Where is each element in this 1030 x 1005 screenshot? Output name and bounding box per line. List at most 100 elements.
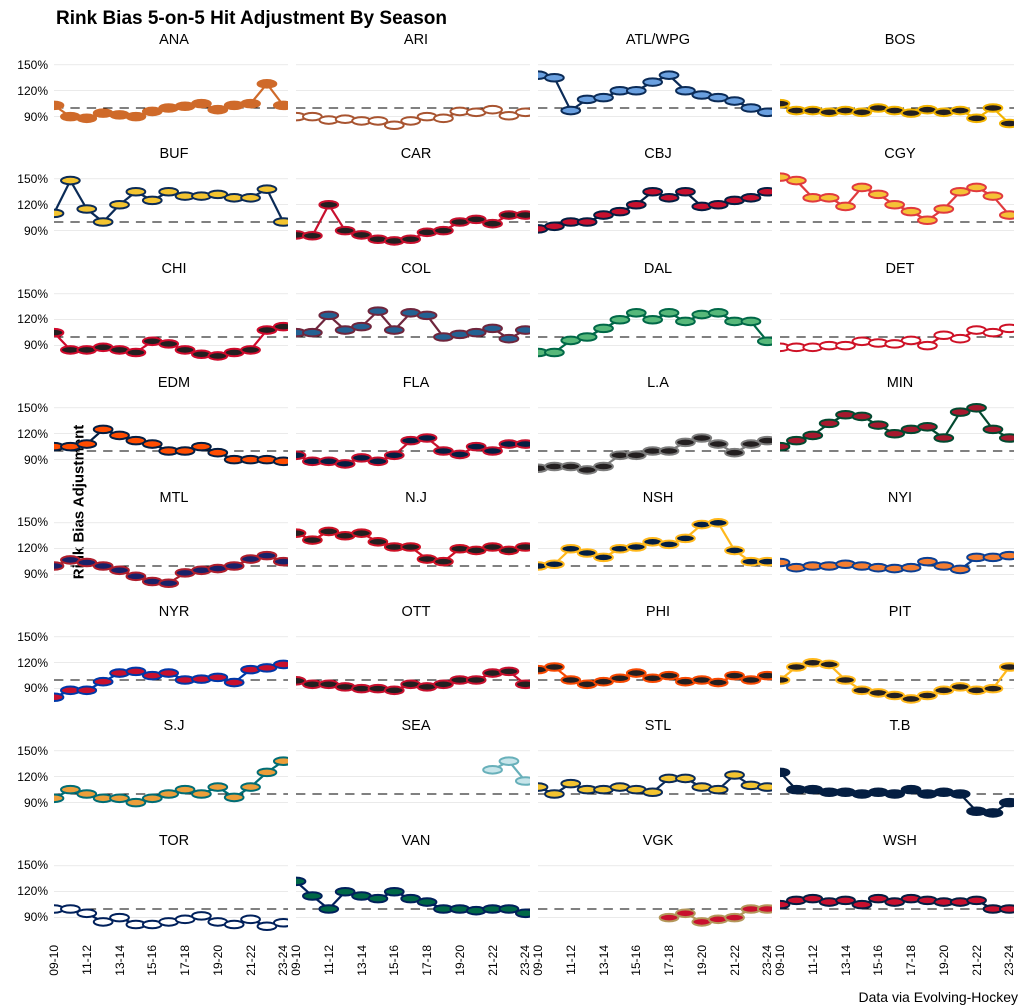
facet-title: WSH bbox=[780, 833, 1020, 849]
plot-area bbox=[780, 50, 1014, 144]
plot-area bbox=[54, 622, 288, 716]
ytick-label: 90% bbox=[24, 681, 48, 695]
facet-WSH: WSH bbox=[780, 833, 1020, 945]
xtick-label: 19-20 bbox=[453, 945, 467, 976]
ytick-label: 150% bbox=[17, 858, 48, 872]
y-axis-ticks: 90%120%150% bbox=[10, 279, 50, 373]
facet-BOS: BOS bbox=[780, 32, 1020, 144]
y-axis-ticks: 90%120%150% bbox=[10, 50, 50, 144]
facet-LA: L.A bbox=[538, 375, 778, 487]
facet-PHI: PHI bbox=[538, 604, 778, 716]
ytick-label: 120% bbox=[17, 884, 48, 898]
ytick-label: 90% bbox=[24, 110, 48, 124]
ytick-label: 150% bbox=[17, 401, 48, 415]
page-title: Rink Bias 5-on-5 Hit Adjustment By Seaso… bbox=[10, 8, 1020, 30]
facet-title: FLA bbox=[296, 375, 536, 391]
plot-area bbox=[538, 622, 772, 716]
ytick-label: 150% bbox=[17, 287, 48, 301]
plot-area bbox=[780, 279, 1014, 373]
xtick-label: 11-12 bbox=[322, 945, 336, 975]
xtick-label: 09-10 bbox=[773, 945, 787, 976]
facet-NYI: NYI bbox=[780, 490, 1020, 602]
plot-area bbox=[54, 279, 288, 373]
xtick-label: 09-10 bbox=[289, 945, 303, 976]
plot-area bbox=[296, 622, 530, 716]
plot-area bbox=[780, 736, 1014, 830]
plot-area bbox=[538, 164, 772, 258]
xtick-label: 17-18 bbox=[904, 945, 918, 976]
xtick-label: 11-12 bbox=[80, 945, 94, 975]
facet-STL: STL bbox=[538, 718, 778, 830]
facet-CAR: CAR bbox=[296, 146, 536, 258]
facet-title: CBJ bbox=[538, 146, 778, 162]
ytick-label: 150% bbox=[17, 515, 48, 529]
facet-TOR: TOR 90%120%150% bbox=[54, 833, 294, 945]
facet-title: MTL bbox=[54, 490, 294, 506]
xtick-label: 15-16 bbox=[629, 945, 643, 976]
ytick-label: 120% bbox=[17, 541, 48, 555]
facet-MTL: MTL 90%120%150% bbox=[54, 490, 294, 602]
xtick-label: 19-20 bbox=[211, 945, 225, 976]
plot-area bbox=[538, 851, 772, 945]
plot-area bbox=[296, 50, 530, 144]
plot-area bbox=[54, 508, 288, 602]
plot-area bbox=[296, 279, 530, 373]
facet-title: MIN bbox=[780, 375, 1020, 391]
xtick-label: 15-16 bbox=[387, 945, 401, 976]
ytick-label: 90% bbox=[24, 796, 48, 810]
facet-NJ: N.J bbox=[296, 490, 536, 602]
ytick-label: 150% bbox=[17, 744, 48, 758]
facet-title: NYI bbox=[780, 490, 1020, 506]
xtick-label: 13-14 bbox=[113, 945, 127, 976]
ytick-label: 120% bbox=[17, 770, 48, 784]
y-axis-ticks: 90%120%150% bbox=[10, 851, 50, 945]
ytick-label: 90% bbox=[24, 338, 48, 352]
facet-title: PIT bbox=[780, 604, 1020, 620]
facet-SEA: SEA bbox=[296, 718, 536, 830]
x-axis-ticks: 09-1011-1213-1415-1617-1819-2021-2223-24 bbox=[54, 945, 294, 997]
facet-title: BUF bbox=[54, 146, 294, 162]
plot-area bbox=[54, 736, 288, 830]
facet-BUF: BUF 90%120%150% bbox=[54, 146, 294, 258]
xtick-label: 21-22 bbox=[728, 945, 742, 976]
facet-DET: DET bbox=[780, 261, 1020, 373]
xtick-label: 15-16 bbox=[871, 945, 885, 976]
xtick-label: 19-20 bbox=[937, 945, 951, 976]
xtick-label: 17-18 bbox=[420, 945, 434, 976]
facet-CBJ: CBJ bbox=[538, 146, 778, 258]
facet-title: T.B bbox=[780, 718, 1020, 734]
plot-area bbox=[780, 622, 1014, 716]
facet-ANA: ANA 90%120%150% bbox=[54, 32, 294, 144]
y-axis-ticks: 90%120%150% bbox=[10, 508, 50, 602]
facet-COL: COL bbox=[296, 261, 536, 373]
xtick-label: 09-10 bbox=[47, 945, 61, 976]
facet-title: N.J bbox=[296, 490, 536, 506]
facet-MIN: MIN bbox=[780, 375, 1020, 487]
xtick-label: 13-14 bbox=[355, 945, 369, 976]
facet-title: OTT bbox=[296, 604, 536, 620]
ytick-label: 150% bbox=[17, 172, 48, 186]
plot-area bbox=[780, 393, 1014, 487]
facet-title: STL bbox=[538, 718, 778, 734]
facet-title: NSH bbox=[538, 490, 778, 506]
xtick-label: 11-12 bbox=[806, 945, 820, 975]
plot-area bbox=[296, 736, 530, 830]
plot-area bbox=[538, 736, 772, 830]
facet-EDM: EDM 90%120%150% bbox=[54, 375, 294, 487]
facet-VGK: VGK bbox=[538, 833, 778, 945]
facet-OTT: OTT bbox=[296, 604, 536, 716]
xtick-label: 19-20 bbox=[695, 945, 709, 976]
facet-title: DAL bbox=[538, 261, 778, 277]
plot-area bbox=[54, 164, 288, 258]
xtick-label: 21-22 bbox=[970, 945, 984, 976]
plot-area bbox=[54, 50, 288, 144]
facet-title: SEA bbox=[296, 718, 536, 734]
facet-title: ATL/WPG bbox=[538, 32, 778, 48]
facet-title: COL bbox=[296, 261, 536, 277]
xtick-label: 09-10 bbox=[531, 945, 545, 976]
facet-title: TOR bbox=[54, 833, 294, 849]
ytick-label: 120% bbox=[17, 656, 48, 670]
xtick-label: 17-18 bbox=[662, 945, 676, 976]
facet-title: DET bbox=[780, 261, 1020, 277]
facet-title: CAR bbox=[296, 146, 536, 162]
